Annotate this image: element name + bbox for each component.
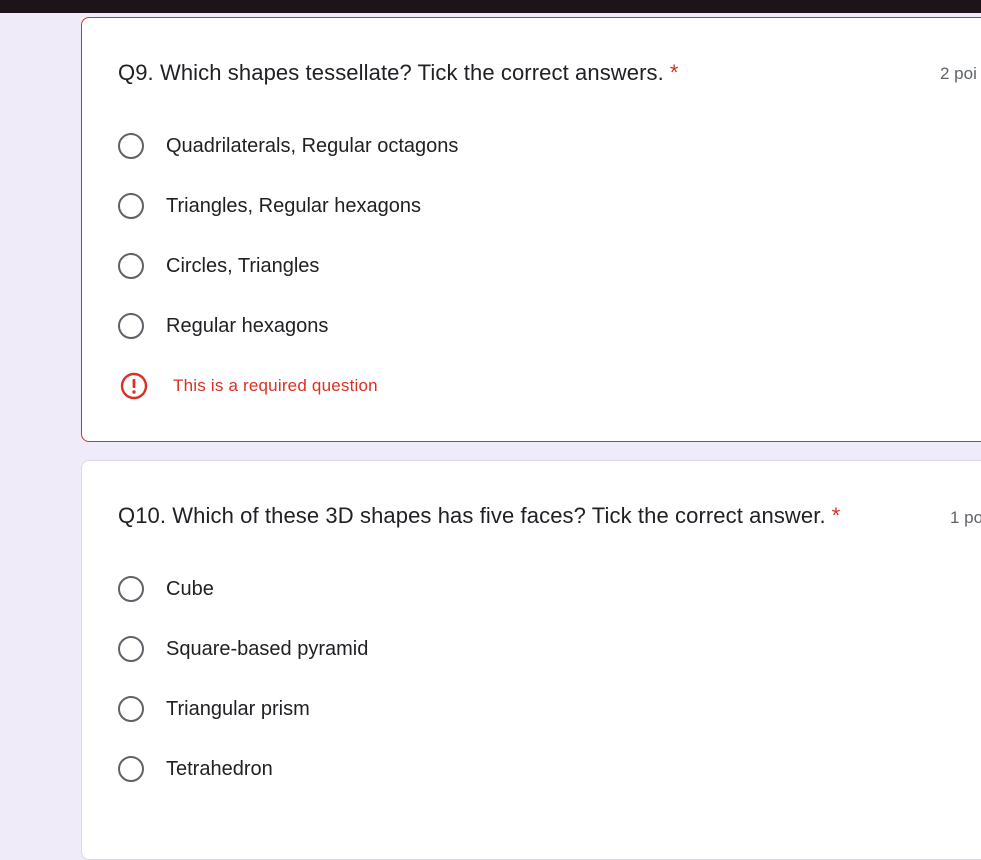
radio-button-unchecked-icon[interactable] bbox=[118, 133, 144, 159]
radio-option[interactable]: Circles, Triangles bbox=[118, 250, 319, 282]
radio-option[interactable]: Square-based pyramid bbox=[118, 633, 368, 665]
radio-button-unchecked-icon[interactable] bbox=[118, 756, 144, 782]
option-label: Triangles, Regular hexagons bbox=[166, 194, 421, 217]
option-label: Quadrilaterals, Regular octagons bbox=[166, 134, 459, 157]
required-error: This is a required question bbox=[120, 372, 378, 400]
question-title-text: Q9. Which shapes tessellate? Tick the co… bbox=[118, 60, 664, 85]
radio-button-unchecked-icon[interactable] bbox=[118, 253, 144, 279]
error-message: This is a required question bbox=[173, 376, 378, 395]
question-title-text: Q10. Which of these 3D shapes has five f… bbox=[118, 503, 826, 528]
question-points: 2 poi bbox=[940, 64, 977, 83]
option-label: Tetrahedron bbox=[166, 757, 273, 780]
option-label: Triangular prism bbox=[166, 697, 310, 720]
option-label: Circles, Triangles bbox=[166, 254, 320, 277]
required-asterisk: * bbox=[831, 503, 841, 528]
radio-button-unchecked-icon[interactable] bbox=[118, 576, 144, 602]
radio-option[interactable]: Triangles, Regular hexagons bbox=[118, 190, 421, 222]
option-label: Square-based pyramid bbox=[166, 637, 369, 660]
required-asterisk: * bbox=[669, 60, 679, 85]
radio-option[interactable]: Tetrahedron bbox=[118, 753, 273, 785]
radio-button-unchecked-icon[interactable] bbox=[118, 636, 144, 662]
question-card-q9: Q9. Which shapes tessellate? Tick the co… bbox=[81, 17, 981, 442]
radio-option[interactable]: Triangular prism bbox=[118, 693, 310, 725]
radio-button-unchecked-icon[interactable] bbox=[118, 193, 144, 219]
question-title: Q10. Which of these 3D shapes has five f… bbox=[118, 503, 840, 529]
option-label: Cube bbox=[166, 577, 214, 600]
radio-option[interactable]: Quadrilaterals, Regular octagons bbox=[118, 130, 458, 162]
question-title: Q9. Which shapes tessellate? Tick the co… bbox=[118, 60, 679, 86]
exclamation-circle-icon bbox=[120, 372, 148, 400]
radio-button-unchecked-icon[interactable] bbox=[118, 696, 144, 722]
radio-option[interactable]: Regular hexagons bbox=[118, 310, 328, 342]
option-label: Regular hexagons bbox=[166, 314, 329, 337]
question-points: 1 po bbox=[950, 508, 981, 527]
radio-button-unchecked-icon[interactable] bbox=[118, 313, 144, 339]
question-card-q10: Q10. Which of these 3D shapes has five f… bbox=[81, 460, 981, 860]
radio-option[interactable]: Cube bbox=[118, 573, 214, 605]
browser-top-bar bbox=[0, 0, 981, 13]
